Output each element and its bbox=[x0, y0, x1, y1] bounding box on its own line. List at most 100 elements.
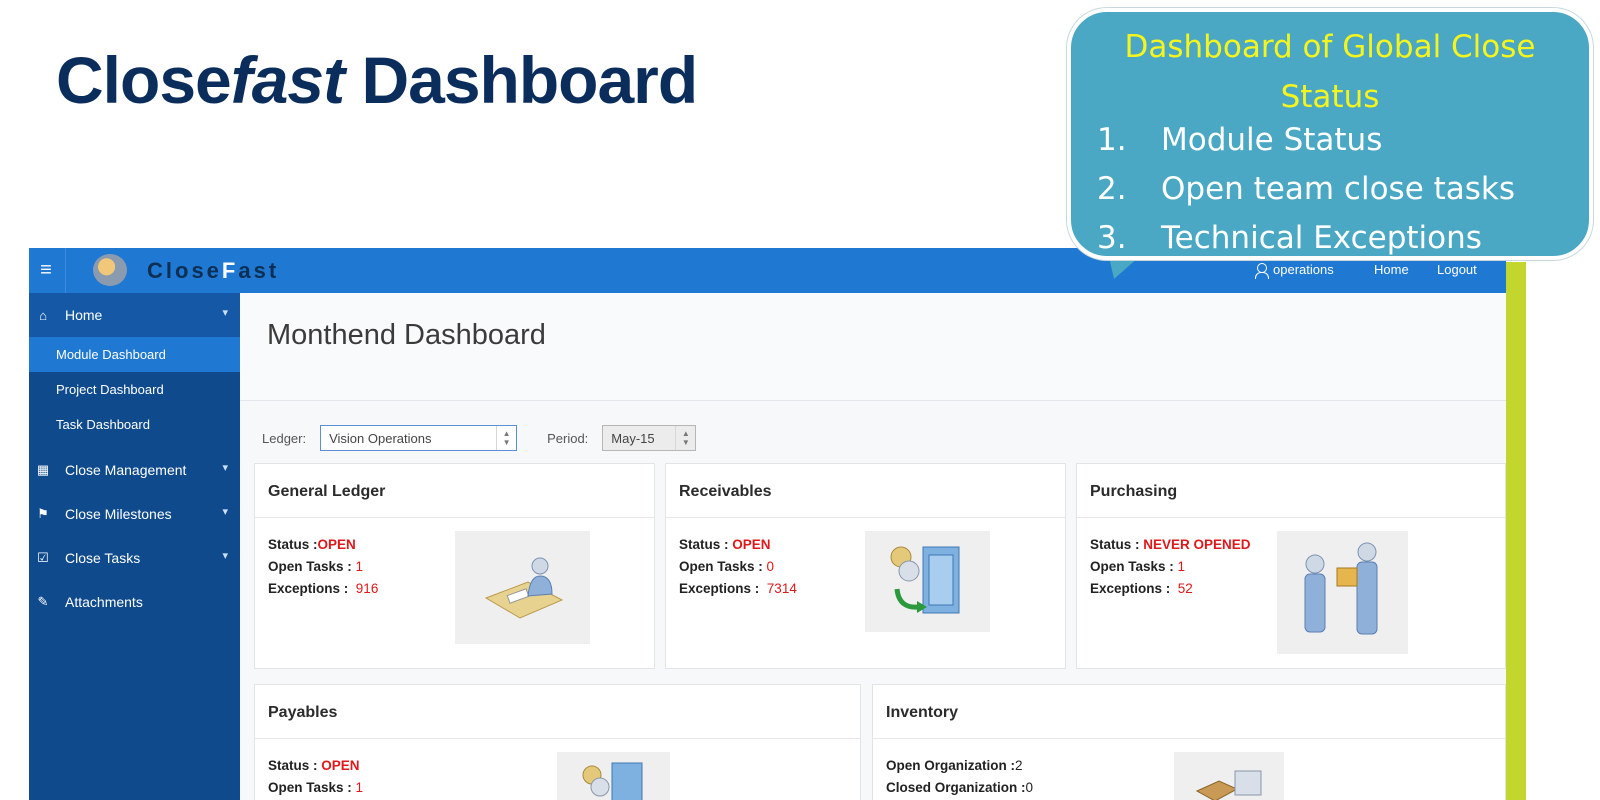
menu-toggle-icon[interactable]: ≡ bbox=[29, 248, 63, 293]
callout-list: 1. Module Status 2. Open team close tasks … bbox=[1097, 116, 1515, 263]
exceptions-label: Exceptions : bbox=[679, 581, 760, 596]
card-title: Payables bbox=[255, 685, 860, 739]
vault-illustration-icon bbox=[865, 531, 990, 632]
callout-list-item: 3. Technical Exceptions bbox=[1097, 214, 1515, 263]
open-tasks-value: 1 bbox=[355, 559, 364, 574]
open-tasks-label: Open Tasks : bbox=[679, 559, 763, 574]
sidebar-item-label: Home bbox=[65, 307, 103, 323]
card-title: General Ledger bbox=[255, 464, 654, 518]
user-name: operations bbox=[1273, 262, 1334, 277]
sidebar-item-label: Close Tasks bbox=[65, 550, 141, 566]
open-tasks-value: 1 bbox=[1177, 559, 1186, 574]
card-body: Status : OPEN Open Tasks : 0 Exceptions … bbox=[666, 518, 1065, 632]
exceptions-label: Exceptions : bbox=[268, 581, 349, 596]
vault-illustration-icon bbox=[557, 752, 670, 800]
module-card-receivables[interactable]: Receivables Status : OPEN Open Tasks : 0… bbox=[665, 463, 1066, 669]
status-value: OPEN bbox=[732, 537, 771, 552]
card-body: Status : OPEN Open Tasks : 1 bbox=[255, 739, 860, 800]
card-title: Receivables bbox=[666, 464, 1065, 518]
ledger-select-value: Vision Operations bbox=[329, 430, 432, 446]
status-value: OPEN bbox=[317, 537, 356, 552]
home-link[interactable]: Home bbox=[1374, 262, 1409, 277]
callout-item-text: Technical Exceptions bbox=[1161, 220, 1482, 256]
sidebar-item-attachments[interactable]: ✎ Attachments bbox=[29, 580, 240, 624]
filter-bar: Ledger: Vision Operations ▲ ▼ Period: May… bbox=[262, 424, 697, 452]
module-card-general-ledger[interactable]: General Ledger Status :OPEN Open Tasks :… bbox=[254, 463, 655, 669]
status-value: NEVER OPENED bbox=[1143, 537, 1251, 552]
user-icon bbox=[1255, 262, 1269, 279]
slide: Closefast Dashboard ≡ CloseFast operatio… bbox=[0, 0, 1600, 800]
logout-link[interactable]: Logout bbox=[1437, 262, 1477, 277]
open-tasks-value: 0 bbox=[766, 559, 775, 574]
sidebar-item-label: Close Management bbox=[65, 462, 187, 478]
chevron-down-icon: ▾ bbox=[222, 550, 228, 562]
callout-bubble: Dashboard of Global Close Status 1. Modul… bbox=[1067, 8, 1593, 260]
sidebar-item-close-management[interactable]: ▦ Close Management ▾ bbox=[29, 448, 240, 492]
slide-title: Closefast Dashboard bbox=[56, 42, 698, 118]
sidebar-item-close-milestones[interactable]: ⚑ Close Milestones ▾ bbox=[29, 492, 240, 536]
checkbox-icon: ☑ bbox=[37, 550, 49, 565]
open-organization-value: 2 bbox=[1015, 758, 1023, 773]
open-tasks-label: Open Tasks : bbox=[268, 780, 352, 795]
open-tasks-label: Open Tasks : bbox=[1090, 559, 1174, 574]
accent-bar bbox=[1506, 262, 1526, 800]
user-menu[interactable]: operations bbox=[1255, 262, 1334, 279]
inventory-illustration-icon bbox=[1174, 752, 1284, 800]
callout-item-number: 2. bbox=[1097, 171, 1127, 207]
sidebar-subitem-project-dashboard[interactable]: Project Dashboard bbox=[29, 372, 240, 407]
callout-title: Dashboard of Global Close Status bbox=[1124, 29, 1536, 115]
slide-title-part2: Dashboard bbox=[344, 43, 698, 117]
callout-list-item: 2. Open team close tasks bbox=[1097, 165, 1515, 214]
sidebar-subitem-module-dashboard[interactable]: Module Dashboard bbox=[29, 337, 240, 372]
house-icon: ⌂ bbox=[39, 307, 47, 323]
card-body: Status : NEVER OPENED Open Tasks : 1 Exc… bbox=[1077, 518, 1505, 654]
callout-item-text: Open team close tasks bbox=[1161, 171, 1516, 207]
open-tasks-label: Open Tasks : bbox=[268, 559, 352, 574]
sidebar-item-close-tasks[interactable]: ☑ Close Tasks ▾ bbox=[29, 536, 240, 580]
chevron-down-icon: ▾ bbox=[222, 506, 228, 518]
callout-item-number: 3. bbox=[1097, 220, 1127, 256]
ledger-select[interactable]: Vision Operations ▲ ▼ bbox=[320, 425, 518, 451]
period-select[interactable]: May-15 ▲ ▼ bbox=[602, 425, 697, 451]
exceptions-value: 7314 bbox=[766, 581, 797, 596]
module-card-inventory[interactable]: Inventory Open Organization :2 Closed Or… bbox=[872, 684, 1506, 800]
app-logo-text[interactable]: CloseFast bbox=[147, 258, 279, 284]
logo-text-part2: ast bbox=[238, 258, 280, 283]
callout-item-text: Module Status bbox=[1161, 122, 1383, 158]
card-body: Status :OPEN Open Tasks : 1 Exceptions :… bbox=[255, 518, 654, 644]
sidebar-item-home[interactable]: ⌂ Home ▾ bbox=[29, 293, 240, 337]
status-label: Status : bbox=[1090, 537, 1140, 552]
select-arrow-icon: ▲ ▼ bbox=[496, 426, 516, 450]
logo-text-part1: Close bbox=[147, 258, 222, 283]
page-title: Monthend Dashboard bbox=[267, 319, 546, 351]
sidebar-group-home: ⌂ Home ▾ bbox=[29, 293, 240, 337]
paperclip-icon: ✎ bbox=[37, 594, 49, 609]
main-content: Monthend Dashboard Ledger: Vision Operat… bbox=[240, 293, 1506, 800]
module-card-payables[interactable]: Payables Status : OPEN Open Tasks : 1 bbox=[254, 684, 861, 800]
table-icon: ▦ bbox=[36, 462, 50, 477]
accountant-illustration-icon bbox=[455, 531, 590, 644]
status-value: OPEN bbox=[321, 758, 360, 773]
ledger-label: Ledger: bbox=[262, 430, 307, 446]
exceptions-label: Exceptions : bbox=[1090, 581, 1171, 596]
sidebar: ⌂ Home ▾ Module Dashboard Project Dashbo… bbox=[29, 293, 240, 800]
chevron-down-icon: ▾ bbox=[222, 462, 228, 474]
callout-item-number: 1. bbox=[1097, 122, 1127, 158]
app-window: ≡ CloseFast operations Home Logout ⌂ Hom… bbox=[29, 248, 1506, 800]
callout-list-item: 1. Module Status bbox=[1097, 116, 1515, 165]
exceptions-value: 52 bbox=[1177, 581, 1193, 596]
status-label: Status : bbox=[268, 758, 318, 773]
card-body: Open Organization :2 Closed Organization… bbox=[873, 739, 1505, 800]
module-card-purchasing[interactable]: Purchasing Status : NEVER OPENED Open Ta… bbox=[1076, 463, 1506, 669]
navbar-divider bbox=[65, 248, 66, 293]
status-label: Status : bbox=[679, 537, 729, 552]
chevron-down-icon: ▾ bbox=[222, 307, 228, 319]
flag-icon: ⚑ bbox=[37, 506, 49, 521]
slide-title-part1: Close bbox=[56, 43, 232, 117]
sidebar-subitem-task-dashboard[interactable]: Task Dashboard bbox=[29, 407, 240, 442]
period-select-value: May-15 bbox=[611, 430, 655, 446]
sidebar-item-label: Close Milestones bbox=[65, 506, 172, 522]
period-label: Period: bbox=[547, 430, 589, 446]
closed-organization-value: 0 bbox=[1025, 780, 1034, 795]
sidebar-item-label: Attachments bbox=[65, 594, 143, 610]
